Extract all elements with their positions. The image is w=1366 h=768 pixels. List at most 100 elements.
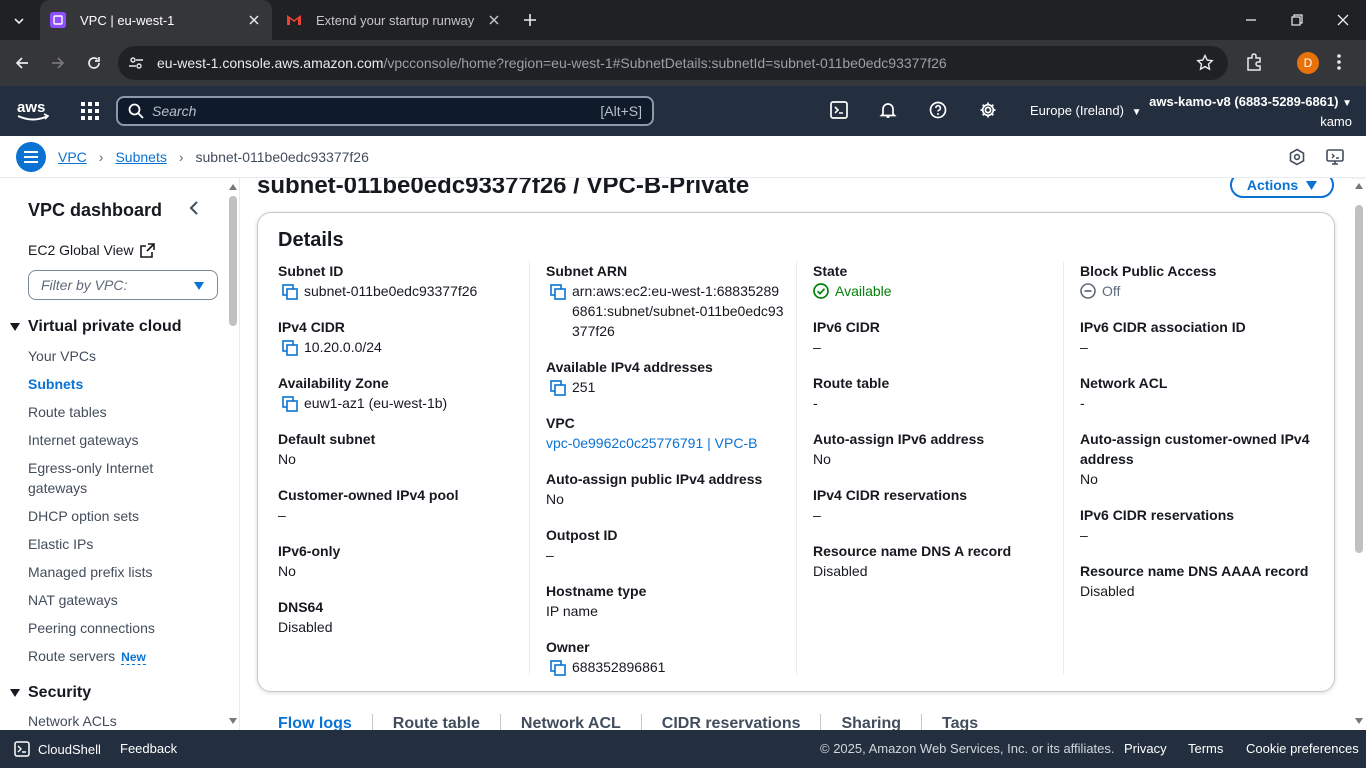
- main-content: subnet-011be0edc93377f26 / VPC-B-Private…: [241, 178, 1352, 730]
- cookie-preferences-link[interactable]: Cookie preferences: [1246, 741, 1359, 756]
- aws-top-nav: aws Search [Alt+S] Europe (Ireland) ▼ aw…: [0, 86, 1366, 136]
- browser-tab-vpc[interactable]: VPC | eu-west-1: [40, 0, 272, 40]
- copy-icon[interactable]: [550, 284, 566, 300]
- services-grid-icon[interactable]: [80, 101, 100, 121]
- tab-search-icon[interactable]: [6, 8, 32, 34]
- help-panel-icon[interactable]: [1326, 148, 1344, 166]
- filter-by-vpc-select[interactable]: Filter by VPC:: [28, 270, 218, 300]
- field-label: IPv6 CIDR association ID: [1080, 319, 1246, 335]
- browser-menu-icon[interactable]: [1336, 52, 1342, 72]
- extensions-icon[interactable]: [1244, 52, 1264, 72]
- details-column-1: Subnet ID subnet-011be0edc93377f26 IPv4 …: [258, 261, 526, 675]
- field-label: Customer-owned IPv4 pool: [278, 487, 459, 503]
- region-selector[interactable]: Europe (Ireland) ▼: [1030, 103, 1141, 118]
- tab-route-table[interactable]: Route table: [371, 714, 500, 730]
- actions-button[interactable]: Actions: [1230, 178, 1334, 198]
- console-footer: CloudShell Feedback © 2025, Amazon Web S…: [0, 730, 1366, 768]
- field-value: No: [1080, 471, 1098, 487]
- sidebar-item-nat-gateways[interactable]: NAT gateways: [28, 590, 218, 610]
- browser-tab-gmail[interactable]: Extend your startup runway – A: [276, 0, 512, 40]
- cloudshell-icon[interactable]: [830, 101, 848, 119]
- field-label: State: [813, 263, 848, 279]
- menu-hamburger-icon[interactable]: [16, 142, 46, 172]
- sidebar-item-route-tables[interactable]: Route tables: [28, 402, 218, 422]
- breadcrumb-vpc[interactable]: VPC: [58, 149, 87, 165]
- copy-icon[interactable]: [282, 284, 298, 300]
- minimize-icon[interactable]: [1241, 10, 1261, 30]
- sidebar-item-dhcp-option-sets[interactable]: DHCP option sets: [28, 506, 218, 526]
- main-scrollbar[interactable]: [1355, 205, 1363, 553]
- field-owner: Owner 688352896861: [546, 637, 796, 677]
- scroll-up-icon[interactable]: [1354, 181, 1364, 191]
- sidebar-item-egress-only-internet-gateways[interactable]: Egress-only Internet gateways: [28, 458, 168, 498]
- sidebar-item-network-acls[interactable]: Network ACLs: [28, 711, 117, 730]
- sidebar-item-peering-connections[interactable]: Peering connections: [28, 618, 218, 638]
- sidebar-scrollbar[interactable]: [229, 196, 237, 326]
- notifications-bell-icon[interactable]: [879, 101, 897, 119]
- sidebar-item-internet-gateways[interactable]: Internet gateways: [28, 430, 218, 450]
- subnet-arn-value: arn:aws:ec2:eu-west-1:688352896861:subne…: [572, 283, 784, 339]
- site-info-icon[interactable]: [128, 55, 144, 71]
- new-tab-icon[interactable]: [520, 10, 540, 30]
- sidebar-item-your-vpcs[interactable]: Your VPCs: [28, 346, 218, 366]
- settings-gear-icon[interactable]: [979, 101, 997, 119]
- chevron-right-icon: ›: [98, 149, 104, 165]
- breadcrumb-subnets[interactable]: Subnets: [115, 149, 166, 165]
- close-tab-icon[interactable]: [486, 12, 502, 28]
- restore-icon[interactable]: [1287, 10, 1307, 30]
- aws-search-input[interactable]: Search [Alt+S]: [116, 96, 654, 126]
- field-default-subnet: Default subnet No: [278, 429, 528, 469]
- aws-logo-icon[interactable]: aws: [16, 98, 50, 122]
- forward-icon[interactable]: [47, 52, 69, 74]
- breadcrumb-current: subnet-011be0edc93377f26: [195, 149, 369, 165]
- cloudshell-button[interactable]: CloudShell: [14, 741, 101, 757]
- tab-flow-logs[interactable]: Flow logs: [278, 714, 372, 730]
- vpc-link[interactable]: vpc-0e9962c0c25776791 | VPC-B: [546, 433, 796, 453]
- field-label: Availability Zone: [278, 375, 389, 391]
- sidebar-item-managed-prefix-lists[interactable]: Managed prefix lists: [28, 562, 218, 582]
- sidebar-item-ec2-global-view[interactable]: EC2 Global View: [28, 242, 155, 258]
- sidebar-item-elastic-ips[interactable]: Elastic IPs: [28, 534, 218, 554]
- caret-down-icon: [1306, 180, 1318, 190]
- profile-avatar[interactable]: D: [1297, 52, 1319, 74]
- tab-tags[interactable]: Tags: [921, 714, 998, 730]
- field-route-table: Route table -: [813, 373, 1063, 413]
- section-virtual-private-cloud[interactable]: Virtual private cloud: [10, 318, 182, 336]
- privacy-link[interactable]: Privacy: [1124, 741, 1167, 756]
- field-value: –: [813, 339, 821, 355]
- tab-sharing[interactable]: Sharing: [820, 714, 921, 730]
- address-bar[interactable]: eu-west-1.console.aws.amazon.com/vpccons…: [118, 46, 1228, 80]
- field-label: Available IPv4 addresses: [546, 359, 713, 375]
- copy-icon[interactable]: [282, 340, 298, 356]
- sidebar-item-subnets[interactable]: Subnets: [28, 374, 218, 394]
- close-tab-icon[interactable]: [246, 12, 262, 28]
- tab-title: VPC | eu-west-1: [80, 12, 175, 28]
- page-title: subnet-011be0edc93377f26 / VPC-B-Private: [257, 178, 750, 199]
- tab-network-acl[interactable]: Network ACL: [499, 714, 641, 730]
- field-available-ipv4: Available IPv4 addresses 251: [546, 357, 796, 397]
- help-icon[interactable]: [929, 101, 947, 119]
- collapse-sidebar-icon[interactable]: [187, 200, 201, 216]
- field-label: Auto-assign customer-owned IPv4 address: [1080, 431, 1310, 467]
- back-icon[interactable]: [11, 52, 33, 74]
- field-availability-zone: Availability Zone euw1-az1 (eu-west-1b): [278, 373, 528, 413]
- details-card: Details Subnet ID subnet-011be0edc93377f…: [257, 212, 1335, 692]
- bookmark-star-icon[interactable]: [1196, 54, 1214, 72]
- close-window-icon[interactable]: [1333, 10, 1353, 30]
- section-security[interactable]: Security: [10, 684, 91, 702]
- terms-link[interactable]: Terms: [1188, 741, 1223, 756]
- scroll-up-icon[interactable]: [228, 182, 238, 192]
- sidebar-item-route-servers[interactable]: Route servers New: [28, 646, 218, 667]
- account-menu[interactable]: aws-kamo-v8 (6883-5289-6861) ▼ kamo: [1149, 93, 1352, 131]
- sidebar-title[interactable]: VPC dashboard: [28, 200, 162, 221]
- scroll-down-icon[interactable]: [228, 716, 238, 726]
- notifications-hexagon-icon[interactable]: [1288, 148, 1306, 166]
- field-value: 10.20.0.0/24: [278, 337, 528, 357]
- feedback-link[interactable]: Feedback: [120, 741, 177, 756]
- copy-icon[interactable]: [550, 380, 566, 396]
- scroll-down-icon[interactable]: [1354, 716, 1364, 726]
- reload-icon[interactable]: [83, 52, 105, 74]
- copy-icon[interactable]: [550, 660, 566, 676]
- copy-icon[interactable]: [282, 396, 298, 412]
- tab-cidr-reservations[interactable]: CIDR reservations: [640, 714, 821, 730]
